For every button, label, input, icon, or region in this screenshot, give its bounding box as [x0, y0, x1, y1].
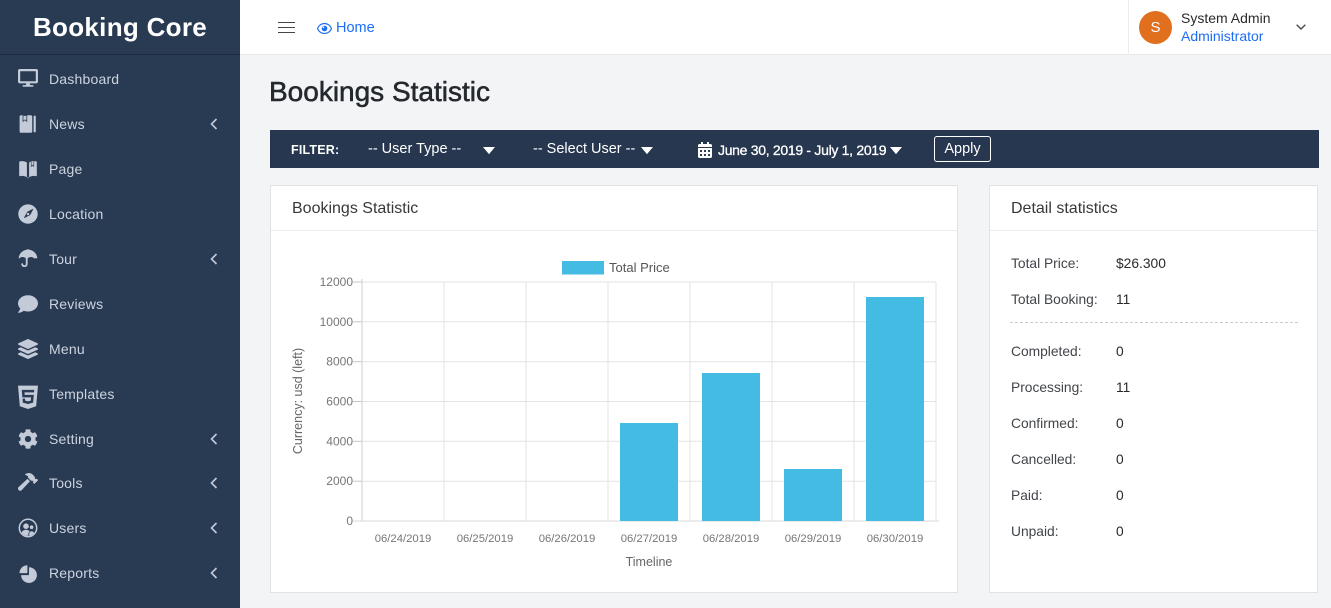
- svg-text:0: 0: [346, 514, 353, 528]
- svg-text:Timeline: Timeline: [626, 555, 673, 569]
- svg-text:06/30/2019: 06/30/2019: [867, 533, 924, 545]
- svg-text:06/24/2019: 06/24/2019: [375, 533, 432, 545]
- svg-text:12000: 12000: [320, 275, 354, 289]
- svg-text:2000: 2000: [326, 474, 353, 488]
- svg-text:06/25/2019: 06/25/2019: [457, 533, 514, 545]
- svg-text:06/27/2019: 06/27/2019: [621, 533, 678, 545]
- svg-text:Total Price: Total Price: [609, 260, 670, 275]
- svg-text:6000: 6000: [326, 395, 353, 409]
- svg-text:8000: 8000: [326, 355, 353, 369]
- svg-text:Currency: usd (left): Currency: usd (left): [291, 348, 305, 454]
- svg-text:06/29/2019: 06/29/2019: [785, 533, 842, 545]
- svg-text:10000: 10000: [320, 315, 354, 329]
- svg-text:06/28/2019: 06/28/2019: [703, 533, 760, 545]
- svg-text:06/26/2019: 06/26/2019: [539, 533, 596, 545]
- svg-text:4000: 4000: [326, 434, 353, 448]
